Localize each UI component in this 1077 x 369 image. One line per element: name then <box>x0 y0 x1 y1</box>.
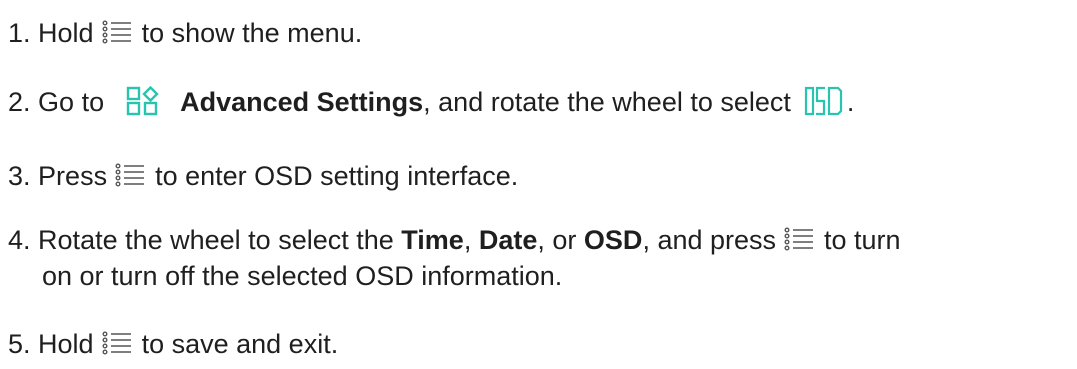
step-2: 2. Go to Advanced Settings, and rotate t… <box>8 84 854 120</box>
step-text: to turn <box>824 225 901 255</box>
step-text: Rotate the wheel to select the <box>38 225 394 255</box>
step-text: Hold <box>38 18 94 48</box>
step-4-continuation: on or turn off the selected OSD informat… <box>42 261 563 291</box>
step-3: 3. Press to enter OSD setting interface. <box>8 158 518 194</box>
osd-icon <box>804 86 842 115</box>
step-number: 1. <box>8 18 31 48</box>
step-text: Go to <box>38 87 105 117</box>
step-text: Press <box>38 161 108 191</box>
date-label: Date <box>478 225 538 255</box>
menu-list-icon <box>102 331 131 355</box>
separator: , or <box>537 225 577 255</box>
step-text: , and rotate the wheel to select <box>423 87 791 117</box>
step-text: , and press <box>642 225 777 255</box>
separator: , <box>463 225 472 255</box>
step-text: Hold <box>38 329 94 359</box>
step-4: 4. Rotate the wheel to select the Time , … <box>8 222 901 258</box>
step-text: to enter OSD setting interface. <box>155 161 519 191</box>
advanced-settings-label: Advanced Settings <box>180 87 424 117</box>
menu-list-icon <box>102 20 131 44</box>
step-number: 2. <box>8 87 31 117</box>
step-text: to save and exit. <box>141 329 339 359</box>
step-number: 4. <box>8 225 31 255</box>
step-text: to show the menu. <box>141 18 363 48</box>
menu-list-icon <box>115 163 145 187</box>
step-number: 3. <box>8 161 31 191</box>
step-number: 5. <box>8 329 31 359</box>
step-1: 1. Hold to show the menu. <box>8 15 362 51</box>
osd-label: OSD <box>583 225 643 255</box>
menu-list-icon <box>784 227 814 251</box>
time-label: Time <box>401 225 464 255</box>
step-text: . <box>846 87 855 117</box>
advanced-settings-icon <box>126 85 159 116</box>
step-5: 5. Hold to save and exit. <box>8 326 338 362</box>
